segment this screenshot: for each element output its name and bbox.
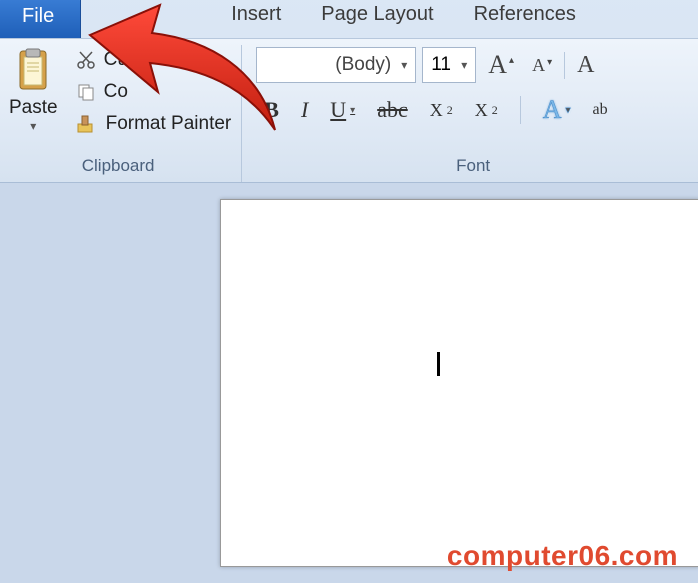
text-cursor [437, 352, 440, 376]
paste-label: Paste [9, 97, 58, 119]
copy-icon [76, 82, 96, 102]
clipboard-icon [15, 47, 51, 93]
watermark: computer06.com [447, 540, 678, 572]
font-group-title: Font [456, 152, 490, 180]
paste-dropdown-icon[interactable]: ▾ [30, 119, 36, 133]
divider [520, 96, 521, 124]
text-effects-button[interactable]: A ▾ [543, 95, 571, 125]
format-painter-button[interactable]: Format Painter [72, 111, 236, 137]
change-case-button[interactable]: A [564, 52, 600, 79]
tab-insert[interactable]: Insert [211, 0, 301, 38]
down-caret-icon: ▾ [547, 57, 552, 68]
underline-button[interactable]: U ▾ [330, 97, 355, 123]
font-name-combo[interactable]: (Body) ▾ [256, 47, 416, 83]
copy-label: Co [104, 81, 128, 103]
subscript-button[interactable]: X2 [430, 100, 453, 121]
up-caret-icon: ▴ [509, 55, 514, 66]
tab-page-layout[interactable]: Page Layout [301, 0, 453, 38]
bold-button[interactable]: B [264, 97, 279, 123]
superscript-button[interactable]: X2 [475, 100, 498, 121]
chevron-down-icon: ▾ [401, 58, 407, 72]
font-size-combo[interactable]: 11 ▾ [422, 47, 476, 83]
strikethrough-button[interactable]: abc [377, 97, 408, 123]
document-page[interactable] [220, 199, 698, 567]
italic-button[interactable]: I [301, 97, 308, 123]
file-tab[interactable]: File [0, 0, 81, 38]
chevron-down-icon: ▾ [566, 105, 571, 116]
paste-button[interactable]: Paste ▾ [1, 47, 66, 133]
brush-icon [76, 114, 98, 134]
grow-font-button[interactable]: A ▴ [482, 50, 520, 80]
font-size-value: 11 [431, 54, 451, 76]
ribbon: Paste ▾ Cu [0, 38, 698, 183]
file-tab-label: File [22, 5, 54, 28]
cut-button[interactable]: Cu [72, 47, 236, 73]
chevron-down-icon: ▾ [461, 58, 467, 72]
chevron-down-icon: ▾ [350, 105, 355, 116]
ribbon-tabs: File Insert Page Layout References [0, 0, 698, 38]
copy-button[interactable]: Co [72, 79, 236, 105]
cut-label: Cu [104, 49, 128, 71]
clipboard-group: Paste ▾ Cu [0, 45, 242, 182]
word-window: File Insert Page Layout References Past [0, 0, 698, 583]
font-name-value: (Body) [335, 54, 391, 76]
scissors-icon [76, 50, 96, 70]
shrink-font-button[interactable]: A ▾ [526, 55, 558, 76]
font-group: (Body) ▾ 11 ▾ A ▴ A ▾ [242, 45, 698, 182]
format-painter-label: Format Painter [106, 113, 232, 135]
tab-references[interactable]: References [454, 0, 596, 38]
clipboard-group-title: Clipboard [82, 152, 155, 180]
highlight-button[interactable]: ab [593, 101, 608, 119]
document-area [0, 183, 698, 583]
